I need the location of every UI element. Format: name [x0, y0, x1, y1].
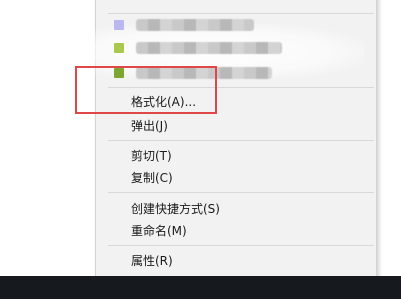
menu-item-properties[interactable]: 属性(R) [131, 254, 173, 268]
blurred-menu-item[interactable] [114, 19, 274, 33]
menu-item-copy[interactable]: 复制(C) [131, 171, 173, 185]
clipped-top-item[interactable] [104, 0, 304, 4]
separator [108, 13, 374, 14]
separator [108, 245, 374, 246]
annotation-highlight-box [75, 66, 217, 114]
menu-item-eject[interactable]: 弹出(J) [131, 119, 168, 133]
app-icon [114, 43, 124, 53]
menu-item-create-shortcut[interactable]: 创建快捷方式(S) [131, 202, 220, 216]
app-icon [114, 20, 124, 30]
separator [108, 192, 374, 193]
blurred-menu-item[interactable] [114, 42, 282, 56]
separator [108, 140, 374, 141]
obscured-text [136, 19, 254, 31]
menu-item-rename[interactable]: 重命名(M) [131, 224, 187, 238]
obscured-text [136, 42, 282, 54]
context-menu: 格式化(A)... 弹出(J) 剪切(T) 复制(C) 创建快捷方式(S) 重命… [84, 0, 377, 290]
menu-item-cut[interactable]: 剪切(T) [131, 149, 172, 163]
taskbar [0, 276, 401, 299]
